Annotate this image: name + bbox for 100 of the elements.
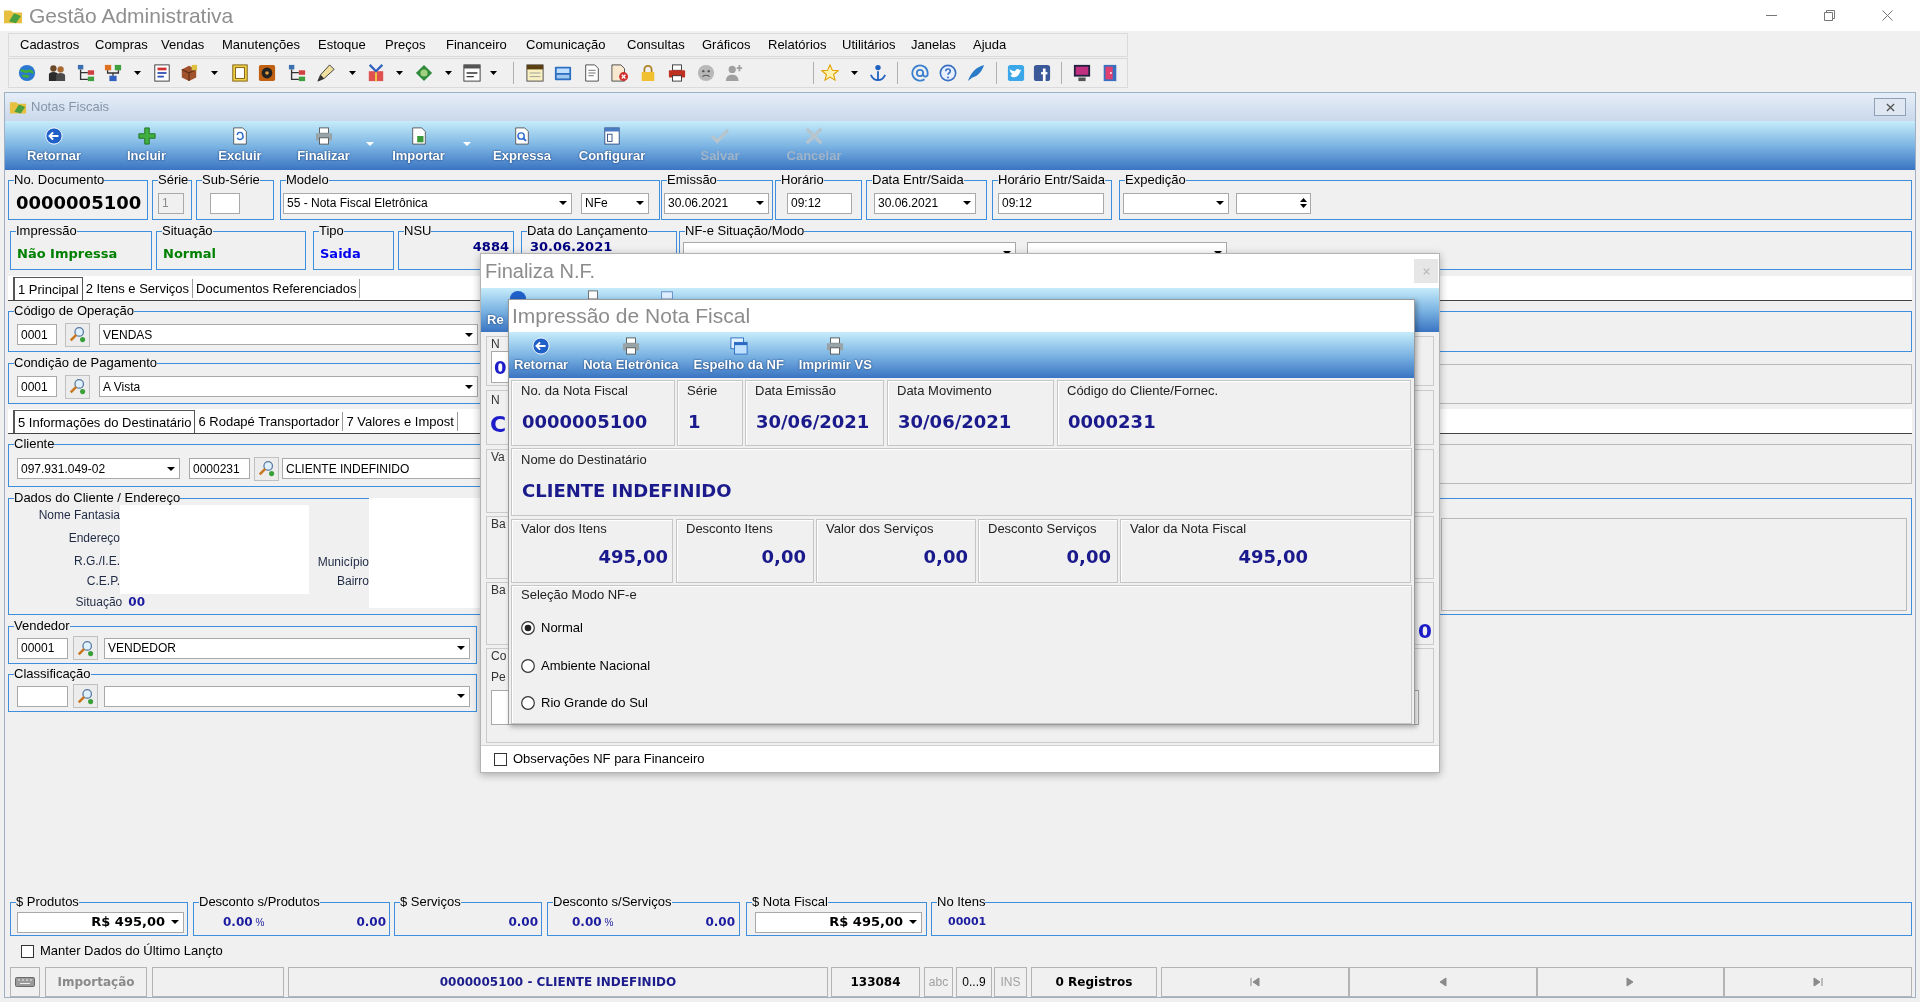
- caret-icon[interactable]: [457, 646, 465, 650]
- caret-icon[interactable]: [490, 71, 497, 75]
- plus-icon[interactable]: [137, 127, 156, 145]
- globe-icon[interactable]: [18, 64, 36, 82]
- text-field[interactable]: 0000231: [189, 458, 250, 479]
- search-button[interactable]: [73, 636, 98, 660]
- window-icon[interactable]: [603, 127, 621, 145]
- menu-item[interactable]: Ajuda: [973, 37, 1007, 53]
- dropdown-field[interactable]: 55 - Nota Fiscal Eletrônica: [283, 192, 572, 214]
- face-icon[interactable]: [697, 64, 715, 82]
- caret-icon[interactable]: [465, 332, 473, 337]
- search-button[interactable]: [65, 322, 90, 347]
- list-document-icon[interactable]: [152, 64, 171, 82]
- text-field[interactable]: 09:12: [787, 192, 852, 214]
- search-button[interactable]: [254, 456, 279, 481]
- network-icon[interactable]: [103, 64, 122, 82]
- document-icon[interactable]: [409, 127, 428, 145]
- picture-frame-icon[interactable]: [230, 64, 249, 82]
- text-field[interactable]: [210, 192, 240, 214]
- dropdown-field[interactable]: VENDEDOR: [104, 637, 470, 659]
- caret-icon[interactable]: [465, 384, 473, 389]
- stacked-windows-icon[interactable]: [729, 337, 748, 355]
- radio-button[interactable]: [521, 659, 535, 673]
- window-icon[interactable]: [553, 64, 572, 82]
- tree-diagram-icon[interactable]: [76, 64, 95, 82]
- calendar-icon[interactable]: [526, 64, 544, 82]
- document-search-icon[interactable]: [513, 127, 531, 145]
- menu-item[interactable]: Preços: [385, 37, 426, 53]
- gift-icon[interactable]: [366, 64, 385, 82]
- spinner-arrows-icon[interactable]: [1300, 197, 1307, 209]
- menu-item[interactable]: Utilitários: [842, 37, 896, 53]
- caret-icon[interactable]: [210, 71, 218, 75]
- caret-icon[interactable]: [636, 201, 644, 205]
- caret-icon[interactable]: [559, 201, 567, 205]
- caret-icon[interactable]: [171, 920, 179, 924]
- door-icon[interactable]: [1101, 64, 1119, 82]
- anchor-icon[interactable]: [869, 64, 887, 82]
- menu-item[interactable]: Consultas: [627, 37, 685, 53]
- menu-item[interactable]: Relatórios: [768, 37, 827, 53]
- menu-item[interactable]: Financeiro: [446, 37, 507, 53]
- menu-item[interactable]: Compras: [95, 37, 148, 53]
- people-icon[interactable]: [48, 64, 66, 82]
- caret-icon[interactable]: [909, 920, 917, 924]
- dropdown-field[interactable]: [104, 685, 470, 707]
- caret-icon[interactable]: [963, 201, 971, 205]
- disc-icon[interactable]: [258, 64, 276, 82]
- menu-item[interactable]: Janelas: [911, 37, 956, 53]
- diamond-icon[interactable]: [415, 64, 433, 82]
- star-icon[interactable]: [821, 64, 839, 82]
- tree-diagram-icon[interactable]: [287, 64, 306, 82]
- dropdown-field[interactable]: VENDAS: [99, 324, 478, 345]
- dropdown-field[interactable]: R$ 495,00: [755, 911, 922, 933]
- tab[interactable]: 1 Principal: [13, 277, 83, 300]
- triangle-left-icon[interactable]: [1437, 977, 1448, 987]
- monitor-icon[interactable]: [1072, 64, 1091, 82]
- package-icon[interactable]: [179, 64, 198, 82]
- menu-item[interactable]: Estoque: [318, 37, 366, 53]
- dropdown-field[interactable]: NFe: [581, 192, 649, 214]
- close-icon[interactable]: [1885, 102, 1895, 112]
- document-icon[interactable]: [231, 127, 249, 145]
- dropdown-field[interactable]: 30.06.2021: [874, 192, 976, 214]
- triangle-right-icon[interactable]: [1625, 977, 1636, 987]
- caret-icon[interactable]: [1216, 201, 1224, 205]
- menu-item[interactable]: Cadastros: [20, 37, 80, 53]
- bird-tile-icon[interactable]: [1006, 64, 1025, 82]
- dropdown-field[interactable]: [1123, 192, 1229, 214]
- dropdown-field[interactable]: A Vista: [99, 376, 478, 397]
- spin-field[interactable]: [1236, 192, 1311, 214]
- skip-start-icon[interactable]: [1249, 977, 1260, 987]
- lock-icon[interactable]: [639, 64, 657, 82]
- printer-icon[interactable]: [826, 337, 845, 355]
- at-sign-icon[interactable]: [910, 64, 929, 82]
- menu-item[interactable]: Gráficos: [702, 37, 751, 53]
- checkbox[interactable]: [21, 944, 34, 958]
- caret-icon[interactable]: [756, 201, 764, 205]
- checkbox[interactable]: [494, 752, 507, 766]
- menu-item[interactable]: Manutenções: [222, 37, 301, 53]
- search-button[interactable]: [73, 684, 98, 708]
- document-icon[interactable]: [582, 64, 601, 82]
- radio-button[interactable]: [521, 696, 535, 710]
- dropdown-field[interactable]: R$ 495,00: [17, 911, 184, 933]
- text-field[interactable]: 09:12: [998, 192, 1104, 214]
- menu-item[interactable]: Comunicação: [526, 37, 606, 53]
- radio-button[interactable]: [521, 621, 535, 635]
- search-button[interactable]: [65, 374, 90, 399]
- caret-icon[interactable]: [396, 71, 403, 75]
- caret-icon[interactable]: [167, 466, 175, 471]
- skip-end-icon[interactable]: [1813, 977, 1824, 987]
- feather-icon[interactable]: [967, 64, 985, 82]
- printer-icon[interactable]: [668, 64, 686, 82]
- caret-icon[interactable]: [457, 694, 465, 698]
- caret-icon[interactable]: [850, 71, 858, 75]
- dropdown-field[interactable]: 097.931.049-02: [17, 458, 180, 479]
- printer-icon[interactable]: [621, 337, 640, 355]
- text-field[interactable]: 00001: [17, 637, 68, 659]
- caret-icon[interactable]: [348, 71, 356, 75]
- text-field[interactable]: CLIENTE INDEFINIDO: [282, 458, 482, 479]
- text-field[interactable]: [17, 685, 68, 707]
- tab[interactable]: 5 Informações do Destinatário: [13, 410, 196, 433]
- social-tile-icon[interactable]: [1032, 64, 1051, 82]
